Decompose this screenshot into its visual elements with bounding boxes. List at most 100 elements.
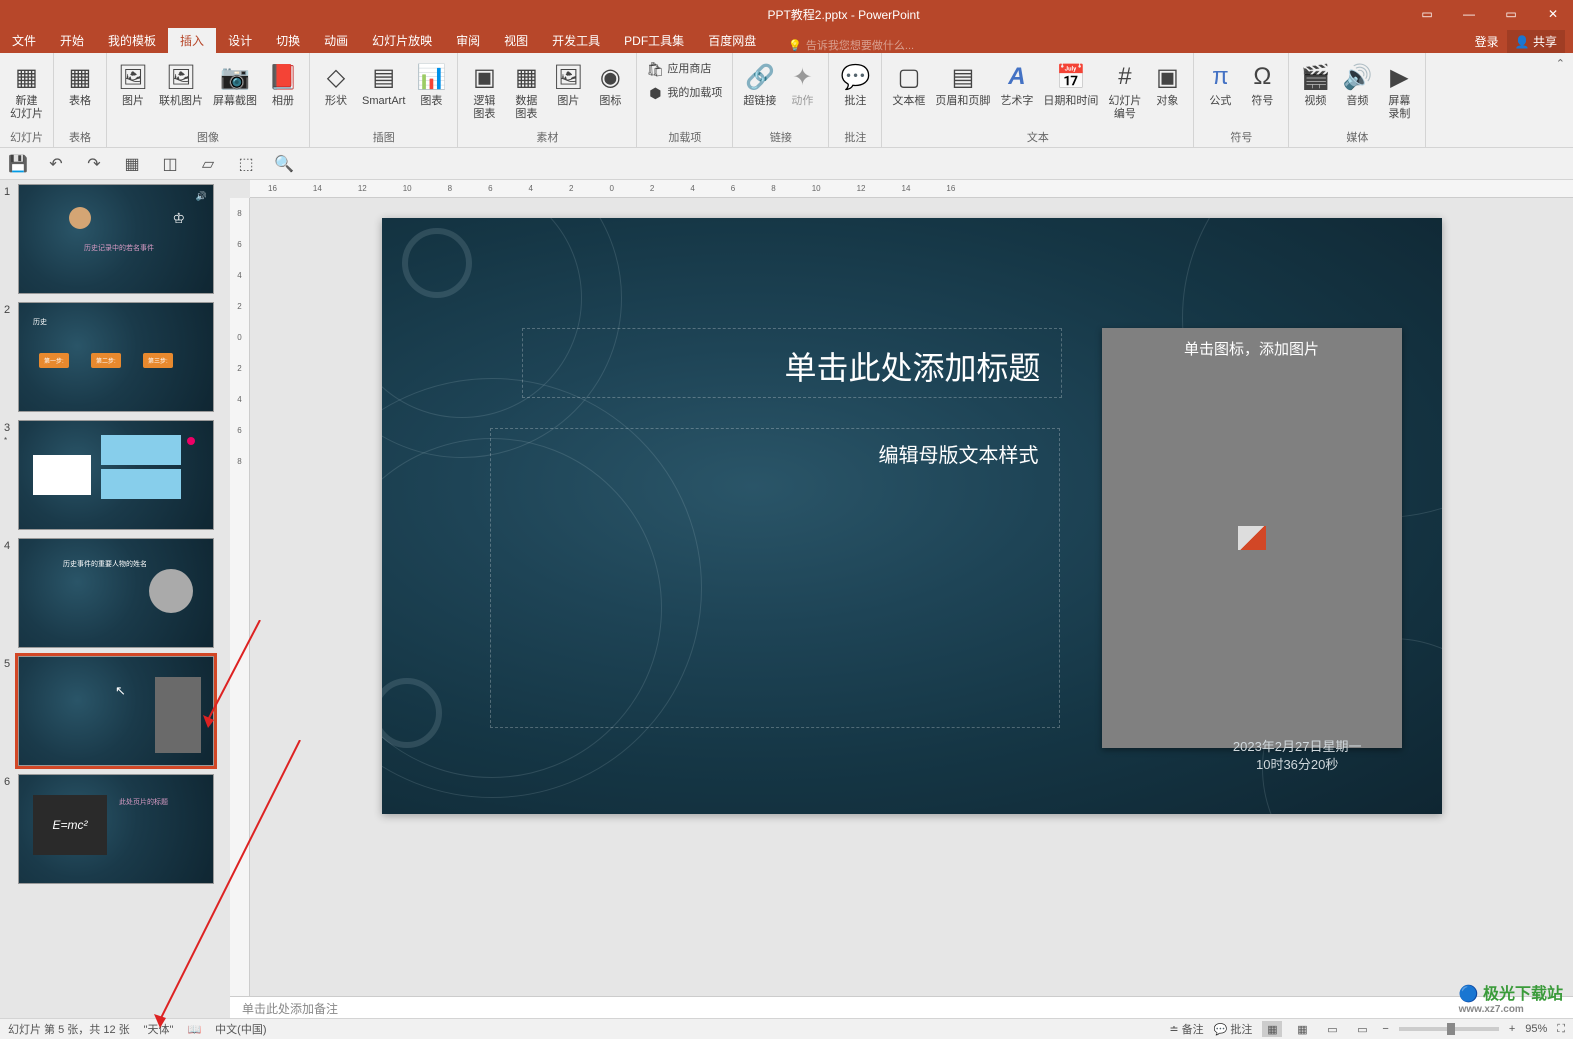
zoom-in-button[interactable]: + [1509, 1023, 1515, 1035]
object-button[interactable]: ▣对象 [1147, 59, 1187, 110]
normal-view-button[interactable]: ▦ [1262, 1021, 1282, 1037]
screen-record-button[interactable]: ▶屏幕录制 [1379, 59, 1419, 123]
tab-templates[interactable]: 我的模板 [96, 28, 168, 53]
zoom-out-button[interactable]: − [1382, 1023, 1388, 1035]
thumb-slide-4[interactable]: 4 历史事件的重要人物的姓名 [4, 538, 226, 648]
save-button[interactable]: 💾 [8, 154, 28, 174]
tab-design[interactable]: 设计 [216, 28, 264, 53]
undo-button[interactable]: ↶ [46, 154, 66, 174]
thumb-slide-5[interactable]: 5 ↖ [4, 656, 226, 766]
tab-transitions[interactable]: 切换 [264, 28, 312, 53]
tab-developer[interactable]: 开发工具 [540, 28, 612, 53]
sorter-view-button[interactable]: ▦ [1292, 1021, 1312, 1037]
thumb-slide-6[interactable]: 6 E=mc² 此处页片的标题 [4, 774, 226, 884]
slide-editor[interactable]: 单击此处添加标题 编辑母版文本样式 单击图标，添加图片 2023年2月27日星期… [382, 218, 1442, 814]
tab-animations[interactable]: 动画 [312, 28, 360, 53]
notes-toggle[interactable]: ≐ 备注 [1169, 1021, 1203, 1037]
thumb-slide-3[interactable]: 3* [4, 420, 226, 530]
icon-asset-button[interactable]: ◉图标 [590, 59, 630, 110]
textbox-button[interactable]: ▢文本框 [888, 59, 929, 110]
table-button[interactable]: ▦表格 [60, 59, 100, 110]
fit-slide-button[interactable]: ⛶ [1557, 1023, 1565, 1036]
slideshow-view-button[interactable]: ▭ [1352, 1021, 1372, 1037]
tab-home[interactable]: 开始 [48, 28, 96, 53]
datetime-button[interactable]: 📅日期和时间 [1039, 59, 1102, 110]
store-button[interactable]: 🛍应用商店 [643, 59, 726, 81]
zoom-slider[interactable] [1399, 1027, 1499, 1031]
zoom-level[interactable]: 95% [1525, 1023, 1547, 1035]
smartart-icon: ▤ [368, 61, 400, 93]
tellme-input[interactable]: 💡告诉我您想要做什么... [788, 37, 914, 53]
slide-date: 2023年2月27日星期一 10时36分20秒 [1233, 738, 1362, 774]
smartart-button[interactable]: ▤SmartArt [358, 59, 409, 110]
video-icon: 🎬 [1299, 61, 1331, 93]
action-button[interactable]: ✦动作 [782, 59, 822, 110]
group-slides: 幻灯片 [6, 127, 47, 147]
album-button[interactable]: 📕相册 [263, 59, 303, 110]
window-title: PPT教程2.pptx - PowerPoint [280, 6, 1407, 23]
slide-thumbnail-panel[interactable]: 1 🔊 ♔ 历史记录中的若名事件 2 历史 第一步: 第二步: 第三步: 3* [0, 180, 230, 1018]
screenshot-button[interactable]: 📷屏幕截图 [209, 59, 261, 110]
audio-button[interactable]: 🔊音频 [1337, 59, 1377, 110]
qat-btn-6[interactable]: ▱ [198, 154, 218, 174]
group-media: 媒体 [1295, 127, 1419, 147]
symbol-button[interactable]: Ω符号 [1242, 59, 1282, 110]
headerfooter-button[interactable]: ▤页眉和页脚 [931, 59, 994, 110]
comment-icon: 💬 [839, 61, 871, 93]
qat-btn-7[interactable]: ⬚ [236, 154, 256, 174]
spellcheck-icon[interactable]: 📖 [187, 1023, 201, 1036]
body-placeholder[interactable]: 编辑母版文本样式 [490, 428, 1060, 728]
ribbon-options-icon[interactable]: ▭ [1407, 0, 1447, 28]
textbox-icon: ▢ [893, 61, 925, 93]
close-icon[interactable]: ✕ [1533, 0, 1573, 28]
restore-icon[interactable]: ▭ [1491, 0, 1531, 28]
pic-asset-button[interactable]: 🖼图片 [548, 59, 588, 110]
wordart-button[interactable]: A艺术字 [996, 59, 1037, 110]
picture-placeholder[interactable]: 单击图标，添加图片 [1102, 328, 1402, 748]
shapes-button[interactable]: ◇形状 [316, 59, 356, 110]
hyperlink-button[interactable]: 🔗超链接 [739, 59, 780, 110]
new-slide-button[interactable]: ▦新建幻灯片 [6, 59, 47, 123]
image-icon[interactable] [1238, 526, 1266, 550]
qat-btn-5[interactable]: ◫ [160, 154, 180, 174]
redo-button[interactable]: ↷ [84, 154, 104, 174]
online-picture-icon: 🖼 [165, 61, 197, 93]
picture-button[interactable]: 🖼图片 [113, 59, 153, 110]
group-images: 图像 [113, 127, 303, 147]
comment-button[interactable]: 💬批注 [835, 59, 875, 110]
tab-pdftools[interactable]: PDF工具集 [612, 28, 696, 53]
lang-indicator[interactable]: 中文(中国) [215, 1021, 266, 1037]
reading-view-button[interactable]: ▭ [1322, 1021, 1342, 1037]
tab-view[interactable]: 视图 [492, 28, 540, 53]
video-button[interactable]: 🎬视频 [1295, 59, 1335, 110]
tab-insert[interactable]: 插入 [168, 28, 216, 53]
online-picture-button[interactable]: 🖼联机图片 [155, 59, 207, 110]
logic-chart-button[interactable]: ▣逻辑图表 [464, 59, 504, 123]
comments-toggle[interactable]: 💬 批注 [1214, 1021, 1253, 1037]
tab-slideshow[interactable]: 幻灯片放映 [360, 28, 444, 53]
slideno-button[interactable]: #幻灯片编号 [1104, 59, 1145, 123]
thumb-slide-2[interactable]: 2 历史 第一步: 第二步: 第三步: [4, 302, 226, 412]
share-button[interactable]: 👤 共享 [1507, 30, 1565, 53]
login-button[interactable]: 登录 [1475, 33, 1499, 50]
my-addins-button[interactable]: ⬢我的加载项 [643, 83, 726, 105]
equation-button[interactable]: π公式 [1200, 59, 1240, 110]
title-placeholder[interactable]: 单击此处添加标题 [522, 328, 1062, 398]
tab-baidu[interactable]: 百度网盘 [696, 28, 768, 53]
tab-review[interactable]: 审阅 [444, 28, 492, 53]
chart-button[interactable]: 📊图表 [411, 59, 451, 110]
notes-pane[interactable]: 单击此处添加备注 [230, 996, 1573, 1018]
qat-btn-4[interactable]: ▦ [122, 154, 142, 174]
tab-file[interactable]: 文件 [0, 28, 48, 53]
pic-asset-icon: 🖼 [552, 61, 584, 93]
slideno-icon: # [1109, 61, 1141, 93]
thumb-slide-1[interactable]: 1 🔊 ♔ 历史记录中的若名事件 [4, 184, 226, 294]
collapse-ribbon-icon[interactable]: ⌃ [1548, 53, 1573, 147]
slide-count-indicator[interactable]: 幻灯片 第 5 张，共 12 张 [8, 1021, 130, 1037]
minimize-icon[interactable]: — [1449, 0, 1489, 28]
data-chart-button[interactable]: ▦数据图表 [506, 59, 546, 123]
watermark: 🔵 极光下载站 www.xz7.com [1459, 980, 1563, 1015]
qat-btn-8[interactable]: 🔍 [274, 154, 294, 174]
theme-indicator: "天体" [144, 1021, 174, 1037]
object-icon: ▣ [1151, 61, 1183, 93]
